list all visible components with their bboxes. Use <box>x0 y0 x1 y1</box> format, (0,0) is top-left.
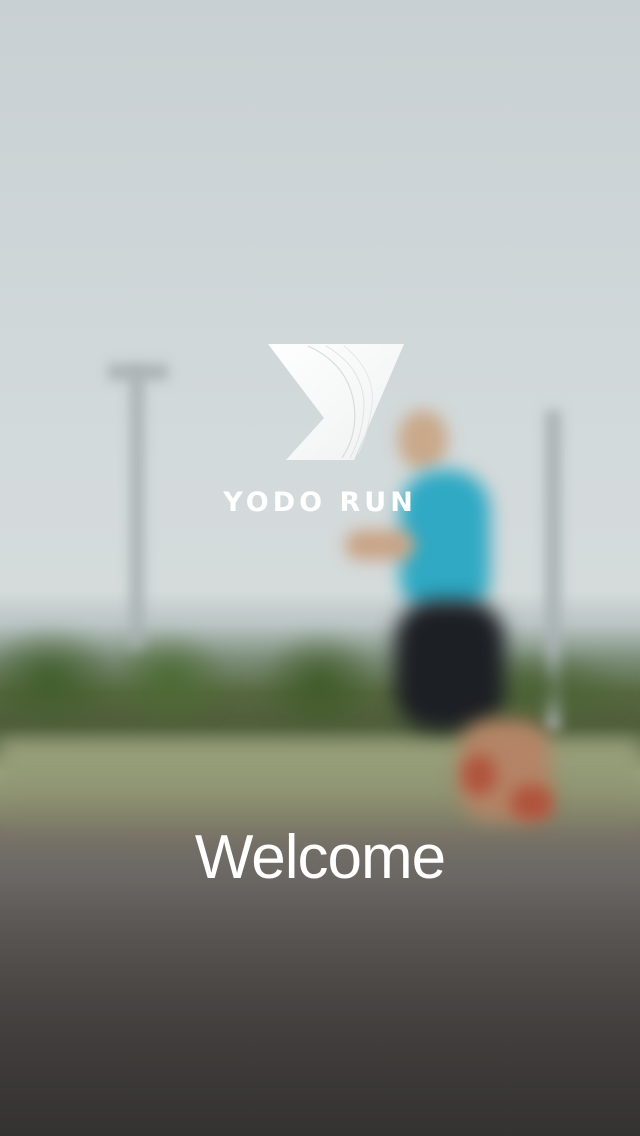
yodo-run-logo-icon <box>268 344 404 460</box>
runner-shoe-back <box>462 755 496 795</box>
light-pole-left-head <box>108 364 168 380</box>
brand-name: YODO RUN <box>223 487 417 518</box>
track-shadow <box>0 880 640 1136</box>
splash-screen: YODO RUN Welcome <box>0 0 640 1136</box>
runner-arm <box>345 530 415 560</box>
welcome-text: Welcome <box>194 823 446 892</box>
tree-line <box>0 620 640 730</box>
runner-shoe-front <box>510 785 554 821</box>
runner-leggings <box>395 600 505 730</box>
runner-head <box>398 410 448 470</box>
